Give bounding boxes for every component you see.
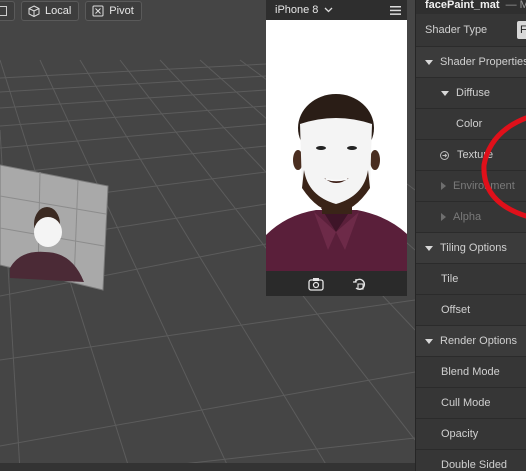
diffuse-section[interactable]: Diffuse — [416, 78, 526, 109]
render-options-section[interactable]: Render Options — [416, 326, 526, 357]
device-label: iPhone 8 — [275, 4, 319, 16]
shader-properties-section[interactable]: Shader Properties — [416, 47, 526, 78]
tiling-options-section[interactable]: Tiling Options — [416, 233, 526, 264]
shader-type-row: Shader Type — [416, 14, 526, 47]
pivot-icon — [92, 5, 104, 17]
preview-device-bar: iPhone 8 — [266, 0, 407, 20]
mode-icon — [0, 6, 7, 16]
material-name: facePaint_mat — [425, 0, 500, 11]
blend-mode-row[interactable]: Blend Mode — [416, 357, 526, 388]
tiling-options-label: Tiling Options — [440, 242, 507, 254]
preview-controls — [266, 271, 407, 296]
pivot-button[interactable]: Pivot — [85, 1, 142, 21]
double-sided-label: Double Sided — [441, 459, 508, 471]
annotation-circle-highlight — [481, 115, 526, 219]
blend-mode-label: Blend Mode — [441, 366, 500, 378]
render-options-label: Render Options — [440, 335, 518, 347]
shader-properties-label: Shader Properties — [440, 56, 526, 68]
scene-face-plane — [0, 164, 109, 291]
hamburger-menu-icon[interactable] — [390, 5, 401, 15]
cull-mode-row[interactable]: Cull Mode — [416, 388, 526, 419]
viewport-bottom-strip — [0, 463, 415, 471]
texture-link-icon[interactable] — [440, 150, 449, 160]
device-select[interactable]: iPhone 8 — [275, 4, 333, 16]
cull-mode-label: Cull Mode — [441, 397, 491, 409]
opacity-label: Opacity — [441, 428, 479, 440]
expand-triangle-icon — [441, 90, 449, 96]
transform-mode-button[interactable] — [0, 1, 15, 21]
camera-flip-icon[interactable] — [307, 277, 324, 291]
local-space-label: Local — [45, 5, 72, 17]
pivot-label: Pivot — [109, 5, 134, 17]
expand-triangle-icon — [425, 59, 433, 65]
rotate-icon[interactable] — [352, 277, 366, 291]
expand-triangle-icon — [425, 245, 433, 251]
offset-label: Offset — [441, 304, 471, 316]
double-sided-row[interactable]: Double Sided — [416, 450, 526, 471]
tile-label: Tile — [441, 273, 459, 285]
material-type-tail: — M — [505, 0, 526, 11]
shader-type-label: Shader Type — [425, 24, 488, 36]
collapse-triangle-icon — [441, 213, 446, 221]
collapse-triangle-icon — [441, 182, 446, 190]
viewport-toolbar: Local Pivot — [0, 0, 142, 22]
inspector-header: facePaint_mat — M — [416, 0, 526, 14]
diffuse-label: Diffuse — [456, 87, 491, 99]
offset-row[interactable]: Offset — [416, 295, 526, 326]
chevron-down-icon — [324, 7, 333, 13]
preview-camera-feed — [266, 20, 407, 271]
material-inspector: facePaint_mat — M Shader Type Fl Shader P… — [415, 0, 526, 471]
expand-triangle-icon — [425, 338, 433, 344]
preview-face-image — [266, 20, 407, 271]
shader-type-dropdown[interactable]: Fl — [517, 21, 526, 39]
tile-row[interactable]: Tile — [416, 264, 526, 295]
local-space-button[interactable]: Local — [21, 1, 80, 21]
preview-panel: iPhone 8 — [266, 0, 407, 296]
opacity-row[interactable]: Opacity — [416, 419, 526, 450]
cube-icon — [28, 5, 40, 17]
